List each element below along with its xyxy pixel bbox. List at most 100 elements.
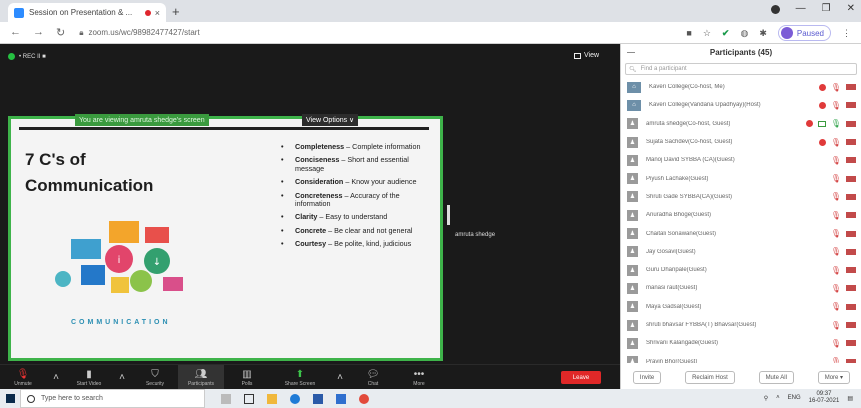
puzzle-icon[interactable]: ✱	[759, 28, 767, 39]
participant-row[interactable]: ♟ Pravin Bhor(Guest) 🎙︎	[621, 352, 861, 363]
participant-name: amruta shedge(Co-host, Guest)	[646, 120, 731, 127]
participant-row[interactable]: ♟ Anuradha Bhoge(Guest) 🎙︎	[621, 206, 861, 224]
tab-title: Session on Presentation & ...	[29, 8, 133, 17]
participant-row[interactable]: ♟ Sujata Sachdev(Co-host, Guest) 🎙︎	[621, 133, 861, 151]
participant-row[interactable]: ♟ Piyush Lachake(Guest) 🎙︎	[621, 169, 861, 187]
participant-row[interactable]: ⌂ Kaveri College(Co-host, Me) 🎙︎	[621, 78, 861, 96]
mail-icon[interactable]	[336, 393, 346, 404]
participant-row[interactable]: ♟ Guru Dhanpale(Guest) 🎙︎	[621, 261, 861, 279]
mic-muted-icon[interactable]: 🎙︎	[831, 101, 841, 110]
profile-paused-button[interactable]: Paused	[777, 25, 831, 41]
share-screen-button[interactable]: ⬆ Share Screen	[270, 365, 330, 390]
task-view-icon[interactable]	[244, 393, 254, 404]
shield-extension-icon[interactable]: ◍	[740, 28, 748, 39]
participant-row[interactable]: ♟ Jay Gosavi(Guest) 🎙︎	[621, 243, 861, 261]
participant-row[interactable]: ♟ Shrivani Kalangade(Guest) 🎙︎	[621, 334, 861, 352]
participant-search-input[interactable]: 🔍︎ Find a participant	[625, 63, 857, 75]
chat-button[interactable]: 💬︎ Chat	[350, 365, 396, 390]
participant-row[interactable]: ♟ Chaitali Sonawane(Guest) 🎙︎	[621, 224, 861, 242]
mic-muted-icon[interactable]: 🎙︎	[831, 192, 841, 201]
store-icon[interactable]	[313, 393, 323, 404]
video-options-caret[interactable]: ˄	[112, 365, 132, 390]
reclaim-host-button[interactable]: Reclaim Host	[685, 371, 735, 384]
video-off-icon	[846, 139, 856, 146]
participant-row[interactable]: ♟ manasi raut(Guest) 🎙︎	[621, 279, 861, 297]
mic-muted-icon[interactable]: 🎙︎	[831, 174, 841, 183]
reload-icon[interactable]: ↻	[56, 26, 65, 39]
close-window-button[interactable]: ✕	[847, 3, 855, 14]
participant-status: 🎙︎	[831, 156, 856, 165]
participant-row[interactable]: ♟ Shruti Gade SYBBA(CA)(Guest) 🎙︎	[621, 188, 861, 206]
menu-kebab-icon[interactable]: ⋮	[842, 28, 851, 39]
polls-button[interactable]: ▥ Polls	[224, 365, 270, 390]
unmute-button[interactable]: 🎙︎ Unmute	[0, 365, 46, 390]
participant-row[interactable]: ⌂ Kaveri College(Vandana Upadhyay)(Host) 🎙…	[621, 96, 861, 114]
more-button[interactable]: ••• More	[396, 365, 442, 390]
mic-muted-icon[interactable]: 🎙︎	[831, 138, 841, 147]
bullet-dot: •	[281, 239, 284, 249]
window-controls: — ❐ ✕	[770, 3, 855, 14]
popout-icon[interactable]: —	[627, 48, 635, 57]
mic-muted-icon[interactable]: 🎙︎	[831, 229, 841, 238]
forward-icon[interactable]: →	[33, 26, 44, 39]
share-options-caret[interactable]: ˄	[330, 365, 350, 390]
participant-row[interactable]: ♟ shruti bhavsar FYBBA(T) Bhavsar(Guest) 🎙…	[621, 316, 861, 334]
video-off-icon	[846, 193, 856, 200]
url-field[interactable]: 🔒︎ zoom.us/wc/98982477427/start	[79, 28, 199, 38]
participant-avatar: ♟	[627, 173, 638, 185]
mic-muted-icon[interactable]: 🎙︎	[831, 339, 841, 348]
taskbar-search-input[interactable]: Type here to search	[20, 389, 205, 408]
chrome-icon[interactable]	[359, 393, 369, 404]
star-icon[interactable]: ☆	[703, 28, 711, 39]
tab-close-button[interactable]: ×	[155, 8, 160, 18]
mic-muted-icon[interactable]: 🎙︎	[831, 247, 841, 256]
tray-expand-icon[interactable]: ˄	[776, 395, 780, 401]
svg-text:↓: ↓	[153, 257, 161, 268]
participants-button[interactable]: 👥︎ Participants	[178, 365, 224, 390]
participant-name: Jay Gosavi(Guest)	[646, 248, 696, 255]
check-extension-icon[interactable]: ✔	[722, 28, 730, 39]
browser-tab[interactable]: Session on Presentation & ... ×	[8, 3, 166, 22]
mic-muted-icon[interactable]: 🎙︎	[831, 83, 841, 92]
mic-muted-icon[interactable]: 🎙︎	[831, 156, 841, 165]
mute-all-button[interactable]: Mute All	[758, 371, 794, 384]
file-explorer-icon[interactable]	[267, 393, 277, 404]
mic-muted-icon[interactable]: 🎙︎	[831, 357, 841, 363]
windows-start-icon[interactable]	[0, 389, 20, 408]
mic-muted-icon[interactable]: 🎙︎	[831, 302, 841, 311]
notification-icon[interactable]: ▤	[847, 395, 853, 402]
clock[interactable]: 09:37 16-07-2021	[809, 391, 840, 405]
panel-more-button[interactable]: More ▾	[817, 371, 851, 384]
participant-list[interactable]: ⌂ Kaveri College(Co-host, Me) 🎙︎ ⌂ Kaveri Co…	[621, 78, 861, 363]
lock-icon: 🔒︎	[79, 27, 84, 37]
back-icon[interactable]: ←	[10, 26, 21, 39]
mic-muted-icon[interactable]: 🎙︎	[831, 284, 841, 293]
encryption-shield-icon[interactable]	[8, 53, 15, 60]
mic-muted-icon[interactable]: 🎙︎	[831, 211, 841, 220]
audio-options-caret[interactable]: ˄	[46, 365, 66, 390]
nav-buttons: ← → ↻	[10, 26, 65, 39]
start-video-button[interactable]: ▮ Start Video	[66, 365, 112, 390]
new-tab-button[interactable]: +	[172, 4, 180, 19]
view-options-button[interactable]: View Options ∨	[302, 114, 359, 126]
language-indicator[interactable]: ENG	[788, 395, 801, 401]
participant-row[interactable]: ♟ amruta shedge(Co-host, Guest) 🎙︎	[621, 115, 861, 133]
leave-button[interactable]: Leave	[561, 371, 601, 384]
view-button[interactable]: View	[574, 52, 599, 59]
participant-row[interactable]: ♟ Maya Gadsal(Guest) 🎙︎	[621, 298, 861, 316]
account-icon[interactable]	[770, 5, 780, 14]
mic-muted-icon[interactable]: 🎙︎	[831, 321, 841, 330]
security-button[interactable]: ⛉ Security	[132, 365, 178, 390]
camera-icon[interactable]: ■	[686, 28, 691, 38]
mic-muted-icon[interactable]: 🎙︎	[831, 266, 841, 275]
participant-row[interactable]: ♟ Manoj David SYBBA (CA)(Guest) 🎙︎	[621, 151, 861, 169]
edge-icon[interactable]	[290, 393, 300, 404]
mic-app-icon[interactable]	[221, 393, 231, 404]
people-icon[interactable]: ⚲	[764, 395, 768, 402]
maximize-button[interactable]: ❐	[822, 3, 831, 14]
recording-indicator: • REC II ■	[8, 53, 46, 60]
minimize-button[interactable]: —	[796, 3, 806, 14]
invite-button[interactable]: Invite	[632, 371, 662, 384]
panel-resize-handle[interactable]	[447, 205, 450, 225]
recording-label[interactable]: • REC II ■	[19, 54, 46, 60]
